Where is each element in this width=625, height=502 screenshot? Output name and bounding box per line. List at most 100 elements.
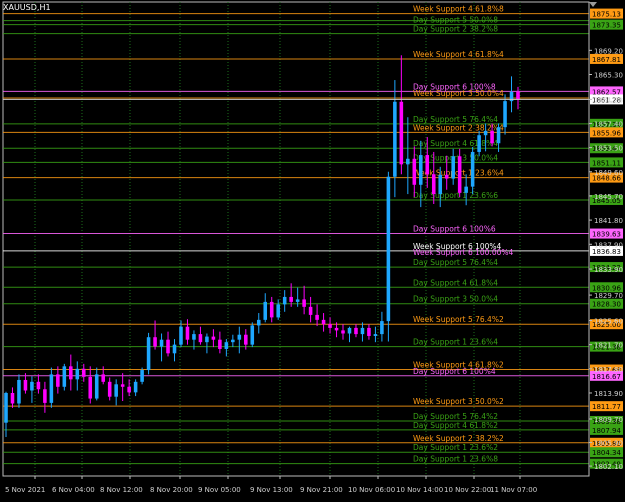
candle-body (457, 156, 462, 193)
candle-body (360, 327, 365, 335)
candle-body (166, 339, 170, 354)
support-level-text: Day Support 4 61.8%2 (413, 421, 498, 430)
candle-body (425, 155, 430, 175)
support-level-text: Week Support 3 50.0%4 (413, 89, 504, 98)
price-chart[interactable]: Week Support 4 61.8%8 1875.13 Day Support … (0, 0, 625, 498)
candle-body (146, 337, 151, 371)
candle-body (17, 379, 21, 404)
candle-body (192, 334, 196, 340)
candle-body (269, 301, 274, 318)
candle-body (516, 91, 520, 100)
candle-body (4, 392, 8, 423)
candle-body (205, 336, 209, 343)
candle-body (23, 379, 28, 391)
candle-body (367, 327, 371, 336)
candle-body (107, 381, 112, 397)
time-tick-label: 10 Nov 14:00 (396, 486, 443, 494)
price-tick-label: 1821.70 (594, 342, 623, 350)
price-tick-label: 1813.90 (594, 390, 623, 398)
candle-body (69, 366, 73, 380)
price-tick-label: 1825.60 (594, 317, 623, 325)
price-tick-label: 1841.80 (594, 217, 623, 225)
time-tick-label: 10 Nov 06:00 (348, 486, 395, 494)
support-level-text: Week Support 5 76.4%2 (413, 315, 504, 324)
candle-body (490, 130, 494, 144)
price-tick-label: 1845.70 (594, 193, 623, 201)
candle-body (75, 368, 80, 380)
candle-body (464, 186, 468, 193)
candle-body (114, 384, 118, 397)
candle-body (263, 301, 268, 320)
candle-body (399, 101, 404, 165)
chart-canvas[interactable]: Week Support 4 61.8%8 1875.13 Day Support … (0, 0, 625, 498)
candle-body (419, 155, 423, 185)
candle-body (49, 374, 54, 403)
candle-body (393, 101, 397, 177)
candle-body (321, 319, 326, 325)
support-level-text: Day Support 2 38.2%8 (413, 25, 498, 34)
support-level-text: Day Support 1 23.6%2 (413, 443, 498, 452)
candle-body (88, 376, 93, 399)
time-tick-label: 11 Nov 07:00 (490, 486, 537, 494)
candle-body (140, 370, 144, 382)
candle-body (302, 299, 306, 307)
price-tick-label: 1849.60 (594, 169, 623, 177)
level-price-label: 1828.30 (592, 301, 621, 309)
support-level-text: Day Support 4 61.8%4 (413, 278, 498, 287)
candle-body (120, 384, 125, 387)
candle-body (237, 334, 242, 340)
symbol-title: XAUUSD,H1 (3, 3, 51, 12)
level-price-label: 1811.77 (592, 403, 621, 411)
candle-body (386, 176, 391, 322)
candle-body (36, 381, 41, 390)
candle-body (159, 339, 164, 347)
level-price-label: 1830.96 (592, 284, 621, 292)
candle-body (153, 337, 157, 347)
candle-body (470, 151, 475, 187)
candle-body (56, 374, 60, 387)
candle-body (133, 381, 138, 393)
candle-body (503, 101, 507, 128)
support-level-text: Day Support 5 50.0%8 (413, 16, 498, 25)
candle-body (250, 325, 255, 345)
time-tick-label: 8 Nov 12:00 (100, 486, 143, 494)
support-level-text: Day Support 1 23.6%6 (413, 191, 498, 200)
candle-body (62, 366, 67, 387)
level-price-label: 1875.13 (592, 11, 621, 19)
price-tick-label: 1829.70 (594, 292, 623, 300)
level-price-label: 1816.67 (592, 373, 621, 381)
candle-body (185, 326, 190, 340)
candle-body (289, 296, 293, 302)
candle-body (444, 174, 449, 179)
level-price-label: 1867.81 (592, 56, 621, 64)
candle-body (43, 389, 47, 403)
candle-body (127, 386, 131, 393)
price-tick-label: 1857.40 (594, 120, 623, 128)
level-price-label: 1873.35 (592, 22, 621, 30)
price-tick-label: 1833.90 (594, 266, 623, 274)
candle-body (347, 327, 352, 334)
candle-body (315, 314, 319, 320)
price-axis: 1861.281869.201865.301861.281857.401853.… (3, 2, 623, 476)
level-price-label: 1804.34 (592, 449, 621, 457)
candle-body (431, 174, 436, 195)
support-level-text: Week Support 4 61.8%4 (413, 50, 504, 59)
price-tick-label: 1869.20 (594, 47, 623, 55)
time-tick-label: 8 Nov 20:00 (150, 486, 193, 494)
candle-body (224, 342, 229, 349)
time-tick-label: 9 Nov 13:00 (250, 486, 293, 494)
candle-body (295, 299, 300, 302)
chart-menu-arrow-icon[interactable] (589, 2, 597, 7)
level-price-label: 1855.96 (592, 129, 621, 137)
candle-body (341, 330, 345, 334)
candle-body (231, 339, 235, 343)
candle-body (218, 339, 222, 349)
price-tick-label: 1865.30 (594, 71, 623, 79)
candle-body (328, 324, 332, 328)
time-tick-label: 6 Nov 04:00 (52, 486, 95, 494)
candle-body (30, 381, 34, 391)
candle-body (451, 156, 455, 179)
candle-body (94, 374, 99, 399)
candle-body (276, 304, 280, 318)
time-tick-label: 10 Nov 22:00 (444, 486, 491, 494)
